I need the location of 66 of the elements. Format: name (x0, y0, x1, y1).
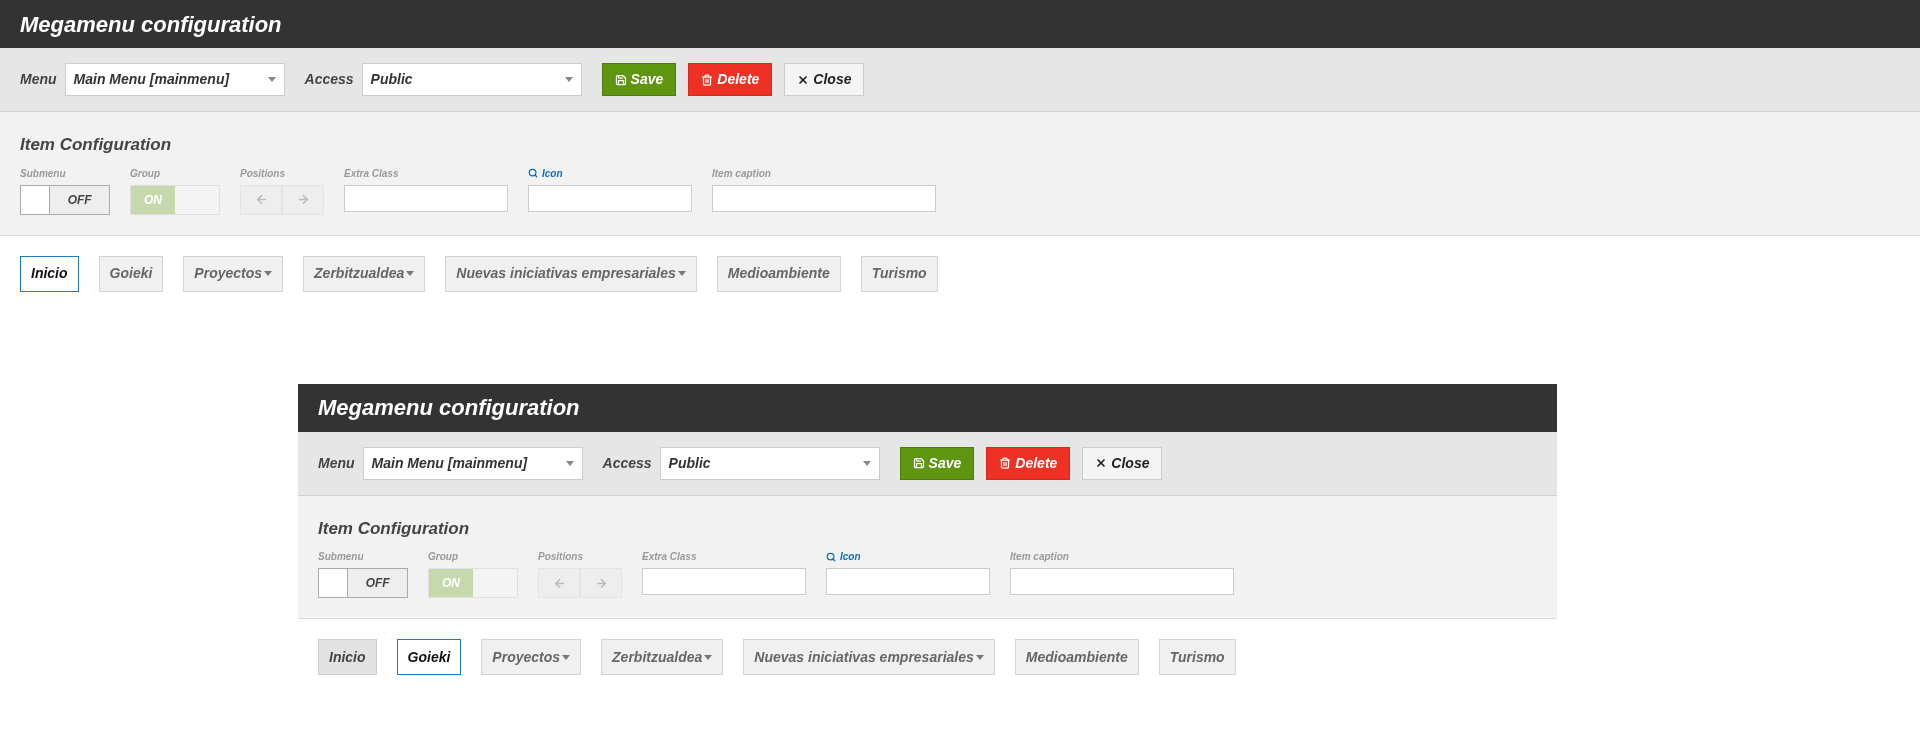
menu-item[interactable]: Zerbitzualdea (303, 255, 426, 292)
right-arrow-icon (296, 193, 310, 206)
input-field[interactable] (344, 184, 508, 212)
save-button[interactable]: Save (899, 446, 975, 480)
field-label: Submenu (20, 166, 67, 181)
menu-item[interactable]: Nuevas iniciativas empresariales (743, 639, 995, 675)
menu-item[interactable]: Inicio (318, 639, 377, 675)
menu-item[interactable]: Medioambiente (1014, 639, 1139, 675)
left-arrow-icon (254, 193, 268, 206)
caret-icon (564, 77, 573, 82)
close-icon (1095, 457, 1108, 469)
input-field[interactable] (826, 568, 990, 595)
field-label: Group (428, 550, 459, 564)
close-icon (797, 73, 810, 86)
field-label: Menu (318, 453, 355, 473)
field-label: Group (130, 166, 161, 181)
trash-icon (999, 457, 1012, 469)
menu-item[interactable]: Inicio (20, 255, 79, 292)
delete-button[interactable]: Delete (986, 446, 1071, 480)
field-label: Access (602, 453, 652, 473)
menu-item[interactable]: Goieki (98, 255, 164, 292)
menu-item[interactable]: Proyectos (183, 255, 284, 292)
field-label: Item caption (712, 166, 772, 181)
input-field[interactable] (642, 568, 806, 595)
icon-link[interactable]: Icon (528, 165, 563, 181)
trash-icon (701, 73, 714, 86)
caret-icon (565, 460, 574, 466)
field-label: Submenu (318, 550, 365, 564)
icon-link[interactable]: Icon (826, 549, 861, 564)
caret-icon (267, 77, 276, 82)
menu-item[interactable]: Zerbitzualdea (601, 639, 724, 675)
left-arrow-icon (552, 576, 566, 590)
toggle-switch[interactable]: OFF (318, 568, 408, 598)
select-field[interactable]: Main Menu [mainmenu] (362, 446, 583, 480)
menu-item[interactable]: Turismo (860, 255, 938, 292)
select-field[interactable]: Public (361, 63, 582, 96)
field-label: Positions (240, 166, 286, 181)
field-label: Item caption (1010, 550, 1070, 564)
section-title: Item Configuration (20, 134, 173, 156)
section-title: Item Configuration (318, 517, 471, 540)
toggle-switch[interactable]: OFF (20, 184, 110, 215)
input-field[interactable] (528, 184, 692, 212)
menu-item[interactable]: Goieki (396, 639, 462, 675)
field-label: Extra Class (642, 550, 698, 564)
field-label: Positions (538, 550, 584, 564)
field-label: Extra Class (344, 166, 400, 181)
menu-item[interactable]: Nuevas iniciativas empresariales (445, 255, 697, 292)
window-title: Megamenu configuration (318, 394, 580, 422)
input-field[interactable] (712, 184, 936, 212)
menu-item[interactable]: Proyectos (481, 639, 582, 675)
field-label: Menu (20, 70, 57, 89)
delete-button[interactable]: Delete (688, 63, 773, 96)
search-icon (826, 551, 836, 562)
close-button[interactable]: Close (784, 63, 865, 96)
select-field[interactable]: Public (659, 446, 880, 480)
window-title: Megamenu configuration (20, 10, 282, 39)
search-icon (528, 168, 538, 178)
right-arrow-icon (594, 576, 608, 590)
menu-item[interactable]: Medioambiente (716, 255, 841, 292)
save-button[interactable]: Save (601, 63, 677, 96)
close-button[interactable]: Close (1082, 446, 1163, 480)
menu-item[interactable]: Turismo (1158, 639, 1236, 675)
caret-icon (862, 460, 871, 466)
select-field[interactable]: Main Menu [mainmenu] (64, 63, 285, 96)
input-field[interactable] (1010, 568, 1234, 595)
field-label: Access (304, 70, 354, 89)
